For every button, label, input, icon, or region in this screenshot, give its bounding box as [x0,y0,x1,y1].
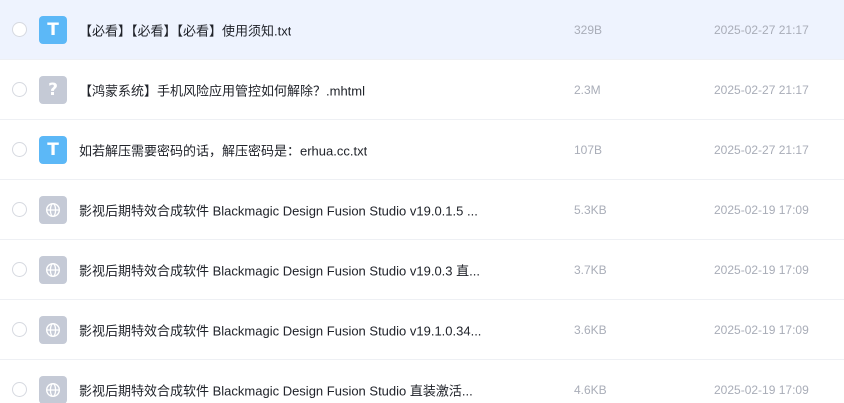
file-row[interactable]: ? 【鸿蒙系统】手机风险应用管控如何解除？.mhtml 2.3M 2025-02… [0,60,844,120]
file-size: 5.3KB [574,202,607,217]
file-name[interactable]: 影视后期特效合成软件 Blackmagic Design Fusion Stud… [79,260,480,279]
file-date: 2025-02-27 21:17 [714,22,809,37]
file-date: 2025-02-27 21:17 [714,142,809,157]
file-name[interactable]: 影视后期特效合成软件 Blackmagic Design Fusion Stud… [79,320,481,339]
txt-icon: T [39,135,67,164]
file-name[interactable]: 影视后期特效合成软件 Blackmagic Design Fusion Stud… [79,200,478,219]
file-size: 329B [574,22,603,37]
file-size: 4.6KB [574,382,607,397]
file-name[interactable]: 【鸿蒙系统】手机风险应用管控如何解除？.mhtml [79,80,365,99]
file-row[interactable]: T 如若解压需要密码的话，解压密码是：erhua.cc.txt 107B 202… [0,120,844,180]
file-name[interactable]: 如若解压需要密码的话，解压密码是：erhua.cc.txt [79,140,367,159]
question-icon: ? [39,75,67,104]
file-size: 107B [574,142,603,157]
globe-icon [39,315,67,344]
globe-icon [39,255,67,284]
file-row[interactable]: T 【必看】【必看】【必看】使用须知.txt 329B 2025-02-27 2… [0,0,844,60]
row-checkbox[interactable] [12,21,27,37]
row-checkbox[interactable] [12,81,27,97]
file-list: T 【必看】【必看】【必看】使用须知.txt 329B 2025-02-27 2… [0,0,844,403]
file-date: 2025-02-19 17:09 [714,322,809,337]
file-name[interactable]: 影视后期特效合成软件 Blackmagic Design Fusion Stud… [79,380,473,399]
row-checkbox[interactable] [12,141,27,157]
file-row[interactable]: 影视后期特效合成软件 Blackmagic Design Fusion Stud… [0,180,844,240]
row-checkbox[interactable] [12,201,27,217]
row-checkbox[interactable] [12,261,27,277]
file-date: 2025-02-27 21:17 [714,82,809,97]
file-name[interactable]: 【必看】【必看】【必看】使用须知.txt [79,20,291,39]
row-checkbox[interactable] [12,321,27,337]
file-row[interactable]: 影视后期特效合成软件 Blackmagic Design Fusion Stud… [0,300,844,360]
txt-icon: T [39,15,67,44]
file-row[interactable]: 影视后期特效合成软件 Blackmagic Design Fusion Stud… [0,360,844,403]
file-date: 2025-02-19 17:09 [714,202,809,217]
file-date: 2025-02-19 17:09 [714,382,809,397]
file-size: 3.6KB [574,322,607,337]
file-size: 3.7KB [574,262,607,277]
globe-icon [39,195,67,224]
file-date: 2025-02-19 17:09 [714,262,809,277]
globe-icon [39,375,67,403]
row-checkbox[interactable] [12,381,27,397]
file-row[interactable]: 影视后期特效合成软件 Blackmagic Design Fusion Stud… [0,240,844,300]
file-size: 2.3M [574,82,601,97]
